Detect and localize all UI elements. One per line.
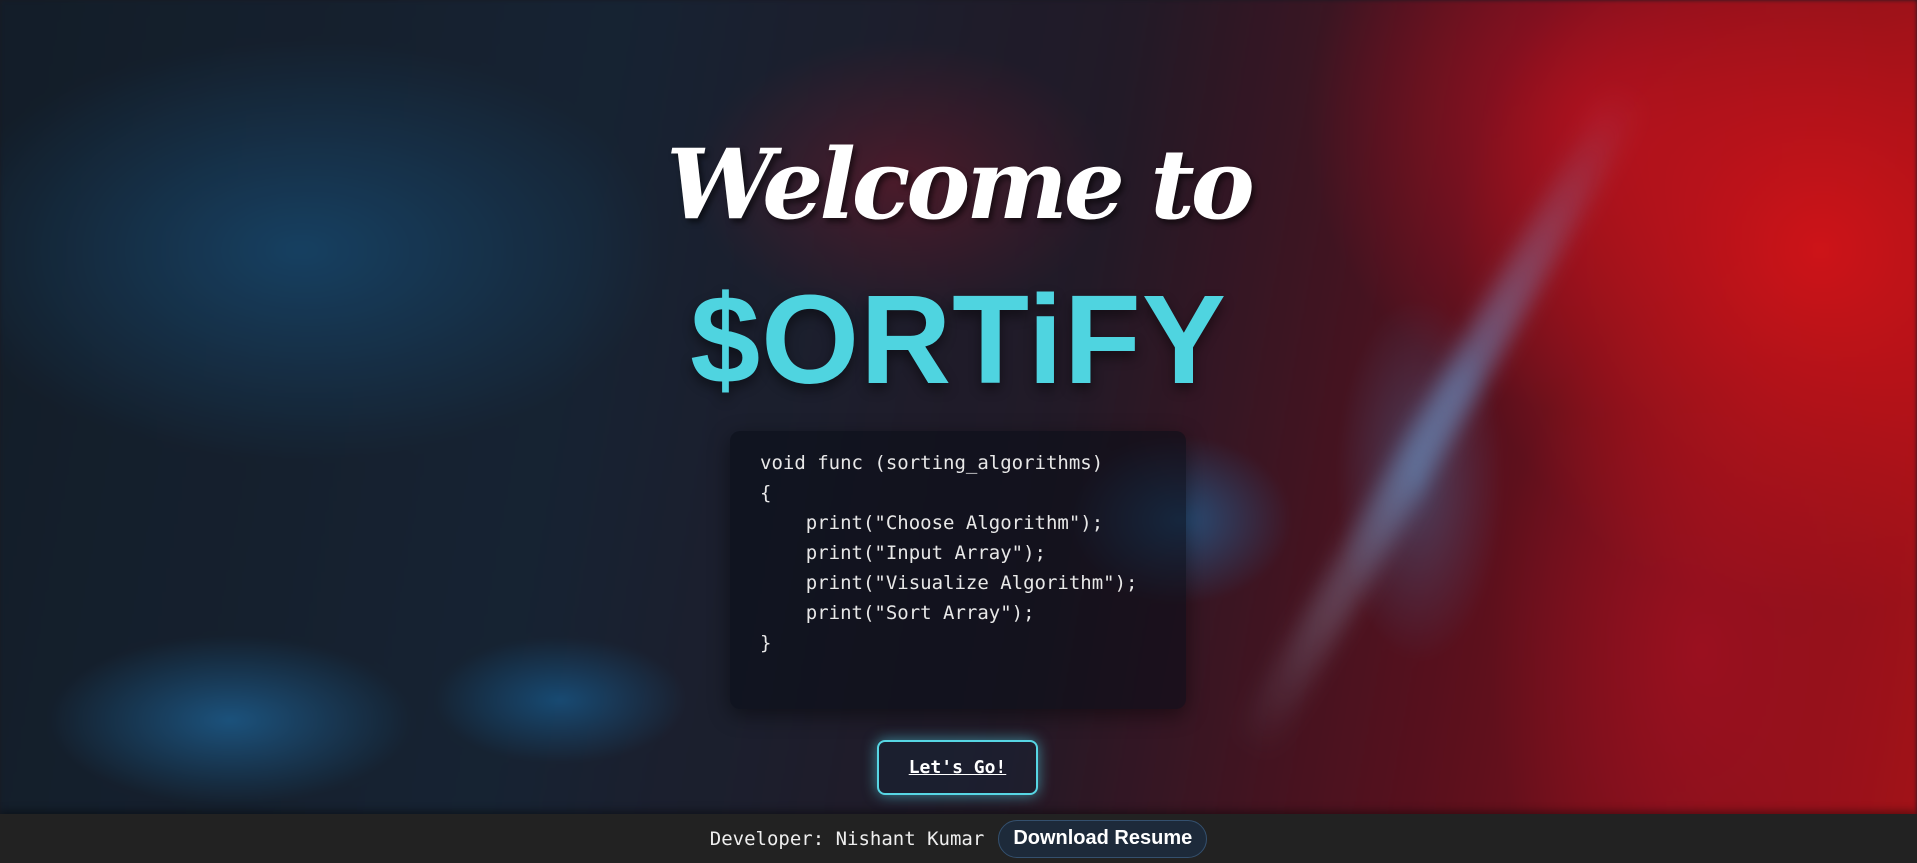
download-resume-label: Download Resume	[1013, 827, 1193, 849]
code-line: void func (sorting_algorithms)	[760, 452, 1104, 474]
code-line: print("Visualize Algorithm");	[760, 572, 1138, 594]
developer-credit: Developer: Nishant Kumar	[709, 827, 985, 850]
code-line: print("Input Array");	[760, 542, 1046, 564]
download-resume-button[interactable]: Download Resume	[998, 819, 1208, 858]
lets-go-label: Let's Go!	[908, 757, 1007, 778]
code-line: {	[760, 482, 772, 504]
welcome-heading: Welcome to	[666, 128, 1254, 241]
landing-page: Welcome to $ORTiFY void func (sorting_al…	[0, 0, 1917, 863]
code-snippet-card: void func (sorting_algorithms) { print("…	[730, 431, 1186, 709]
code-line: print("Sort Array");	[760, 602, 1035, 624]
code-line: }	[760, 632, 772, 654]
lets-go-button[interactable]: Let's Go!	[877, 740, 1038, 795]
code-line: print("Choose Algorithm");	[760, 512, 1104, 534]
footer-bar: Developer: Nishant Kumar Download Resume	[0, 814, 1917, 863]
brand-title: $ORTiFY	[690, 269, 1227, 410]
